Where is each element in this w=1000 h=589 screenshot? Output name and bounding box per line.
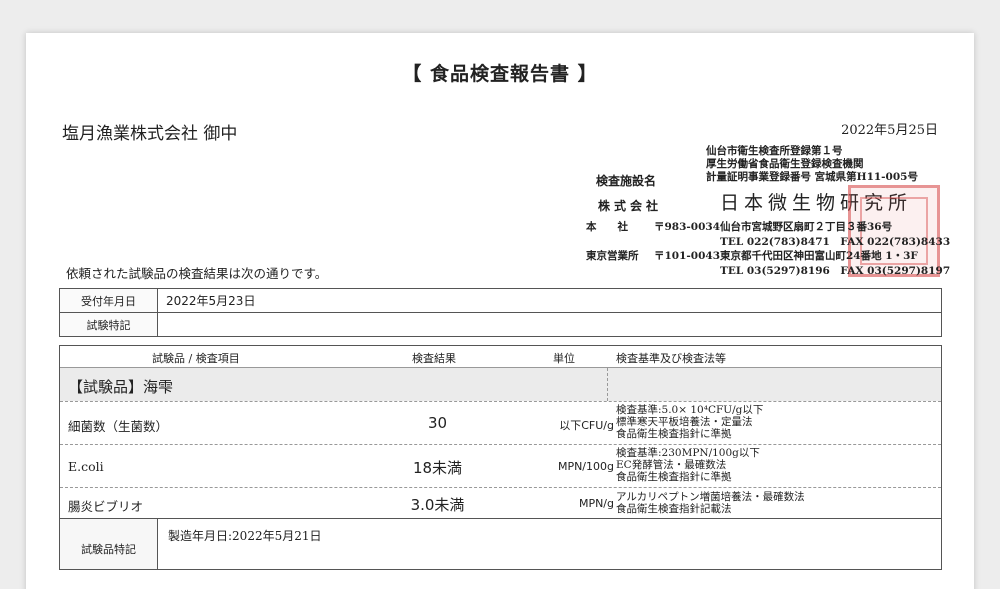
notes-label: 試験特記 — [59, 312, 158, 337]
item-method: 検査基準:230MPN/100g以下 EC発酵管法・最確数法 食品衛生検査指針に… — [616, 447, 760, 483]
item-name: 腸炎ビブリオ — [68, 499, 144, 514]
header-method: 検査基準及び検査法等 — [616, 352, 726, 365]
header-result: 検査結果 — [412, 352, 456, 365]
item-unit: MPN/100g — [557, 460, 614, 473]
registration-line: 厚生労働省食品衛生登録検査機関 — [706, 158, 864, 170]
method-line: 食品衛生検査指針に準拠 — [616, 428, 732, 440]
header-unit: 単位 — [553, 352, 575, 365]
method-line: 食品衛生検査指針記載法 — [616, 503, 732, 515]
method-line: 検査基準:5.0× 10⁴CFU/g以下 — [616, 404, 764, 416]
head-office: 本 社 〒983-0034 仙台市宮城野区扇町２丁目３番36号 TEL 022(… — [586, 220, 966, 252]
office-address: 東京都千代田区神田富山町24番地 1・3F — [720, 250, 918, 262]
registration-block: 仙台市衛生検査所登録第１号 厚生労働省食品衛生登録検査機関 計量証明事業登録番号… — [706, 145, 966, 184]
office-label: 本 社 — [586, 221, 628, 233]
office-zip: 〒983-0034 — [654, 221, 720, 233]
table-row: 腸炎ビブリオ 3.0未満 MPN/g アルカリペプトン増菌培養法・最確数法 食品… — [60, 487, 941, 518]
item-unit: 以下CFU/g — [559, 419, 614, 432]
item-name: 細菌数（生菌数） — [68, 419, 169, 434]
issue-date: 2022年5月25日 — [841, 123, 938, 138]
item-method: 検査基準:5.0× 10⁴CFU/g以下 標準寒天平板培養法・定量法 食品衛生検… — [616, 404, 763, 440]
table-row: E.coli 18未満 MPN/100g 検査基準:230MPN/100g以下 … — [60, 444, 941, 487]
registration-line: 仙台市衛生検査所登録第１号 — [706, 145, 843, 157]
item-unit: MPN/g — [578, 497, 614, 510]
sample-name: 【試験品】海雫 — [68, 378, 174, 396]
method-line: 標準寒天平板培養法・定量法 — [616, 416, 753, 428]
received-label: 受付年月日 — [59, 288, 158, 313]
table-row: 細菌数（生菌数） 30 以下CFU/g 検査基準:5.0× 10⁴CFU/g以下… — [60, 401, 941, 444]
sample-category-row: 【試験品】海雫 — [60, 367, 941, 401]
item-result: 18未満 — [412, 459, 463, 477]
item-method: アルカリペプトン増菌培養法・最確数法 食品衛生検査指針記載法 — [616, 491, 805, 515]
method-line: アルカリペプトン増菌培養法・最確数法 — [616, 491, 805, 503]
report-sheet: 【 食品検査報告書 】 塩月漁業株式会社 御中 2022年5月25日 仙台市衛生… — [26, 33, 974, 589]
header-item: 試験品 / 検査項目 — [152, 352, 240, 365]
intro-text: 依頼された試験品の検査結果は次の通りです。 — [66, 266, 328, 281]
company-kind: 株式会社 — [598, 199, 663, 213]
method-line: 検査基準:230MPN/100g以下 — [616, 447, 760, 459]
recipient: 塩月漁業株式会社 御中 — [62, 124, 238, 144]
office-contact: TEL 022(783)8471 FAX 022(783)8433 — [720, 236, 951, 248]
results-header: 試験品 / 検査項目 検査結果 単位 検査基準及び検査法等 — [60, 346, 941, 367]
received-value: 2022年5月23日 — [157, 288, 942, 313]
office-address: 仙台市宮城野区扇町２丁目３番36号 — [720, 221, 893, 233]
reception-table: 受付年月日 2022年5月23日 試験特記 — [59, 288, 942, 337]
method-line: EC発酵管法・最確数法 — [616, 459, 727, 471]
special-notes-row: 試験品特記 製造年月日:2022年5月21日 — [60, 518, 941, 569]
notes-value — [157, 312, 942, 337]
item-result: 30 — [427, 414, 448, 432]
office-contact: TEL 03(5297)8196 FAX 03(5297)8197 — [720, 265, 951, 277]
registration-line: 計量証明事業登録番号 宮城県第H11-005号 — [706, 171, 918, 183]
item-name: E.coli — [68, 459, 104, 474]
results-table: 試験品 / 検査項目 検査結果 単位 検査基準及び検査法等 【試験品】海雫 細菌… — [59, 345, 942, 570]
item-result: 3.0未満 — [410, 496, 465, 514]
facility-label: 検査施設名 — [596, 174, 657, 188]
report-title: 【 食品検査報告書 】 — [402, 63, 598, 85]
special-notes-label: 試験品特記 — [60, 519, 158, 569]
office-zip: 〒101-0043 — [654, 250, 720, 262]
special-notes-value: 製造年月日:2022年5月21日 — [168, 529, 322, 543]
tokyo-office: 東京営業所 〒101-0043 東京都千代田区神田富山町24番地 1・3F TE… — [586, 249, 966, 281]
office-label: 東京営業所 — [586, 250, 639, 262]
method-line: 食品衛生検査指針に準拠 — [616, 471, 732, 483]
